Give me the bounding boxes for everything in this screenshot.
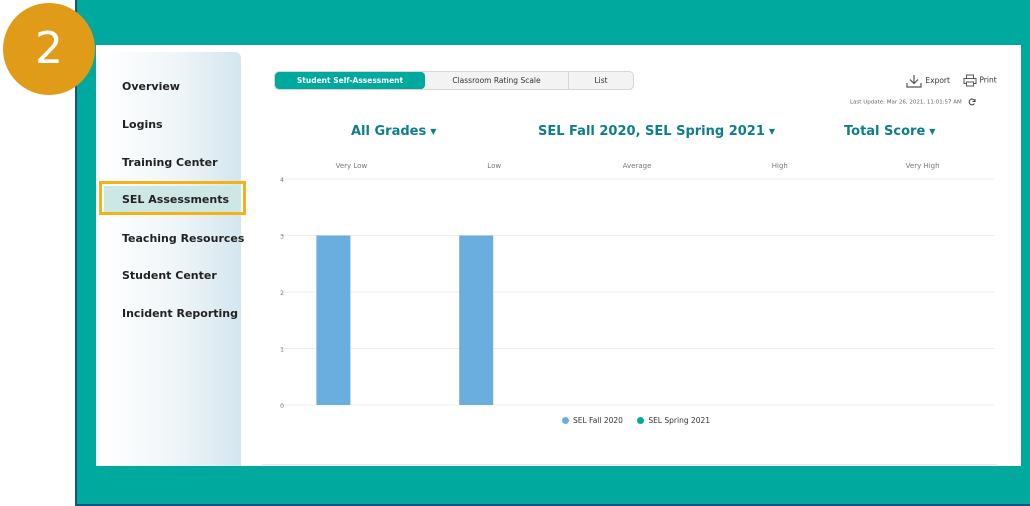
sidebar-item-overview[interactable]: Overview <box>122 80 180 93</box>
export-label: Export <box>925 76 950 85</box>
grade-filter-dropdown[interactable]: All Grades ▼ <box>351 124 436 139</box>
sidebar-item-logins[interactable]: Logins <box>122 118 163 131</box>
category-label: Low <box>487 162 501 170</box>
category-label: Very High <box>906 162 940 170</box>
legend-item-spring: SEL Spring 2021 <box>637 416 710 425</box>
chart-legend: SEL Fall 2020 SEL Spring 2021 <box>562 415 722 425</box>
score-bar-chart: 0 1 2 3 4 Very Low Low Average High Very High <box>280 162 994 410</box>
y-tick-label: 3 <box>280 234 284 241</box>
assessment-filter-label: SEL Fall 2020, SEL Spring 2021 <box>538 124 765 139</box>
highlight-box <box>99 181 246 215</box>
tab-classroom-rating-scale[interactable]: Classroom Rating Scale <box>425 72 568 89</box>
tab-student-self-assessment[interactable]: Student Self-Assessment <box>275 72 425 89</box>
legend-item-fall: SEL Fall 2020 <box>562 416 623 425</box>
caret-down-icon: ▼ <box>929 127 936 136</box>
y-tick-label: 1 <box>280 347 284 354</box>
category-label: High <box>772 162 788 170</box>
legend-swatch-spring <box>637 417 645 424</box>
last-update-label: Last Update: Mar 26, 2021, 11:01:57 AM <box>850 99 962 106</box>
legend-label-spring: SEL Spring 2021 <box>648 415 711 425</box>
print-label: Print <box>979 75 997 85</box>
sidebar-item-student-center[interactable]: Student Center <box>122 269 217 282</box>
y-tick-label: 0 <box>280 403 284 410</box>
sidebar <box>103 52 241 466</box>
export-button[interactable]: Export <box>905 74 950 88</box>
score-filter-dropdown[interactable]: Total Score ▼ <box>844 124 935 139</box>
score-filter-label: Total Score <box>844 124 926 139</box>
legend-swatch-fall <box>562 417 569 424</box>
grade-filter-label: All Grades <box>351 124 427 139</box>
category-label: Average <box>623 162 652 170</box>
sidebar-item-training-center[interactable]: Training Center <box>122 156 218 169</box>
last-update-text: Last Update: Mar 26, 2021, 11:01:57 AM <box>850 98 976 106</box>
sidebar-item-teaching-resources[interactable]: Teaching Resources <box>122 232 244 245</box>
download-icon <box>906 75 922 88</box>
caret-down-icon: ▼ <box>768 127 776 136</box>
tab-bar: Student Self-Assessment Classroom Rating… <box>274 71 634 90</box>
category-label: Very Low <box>336 162 368 170</box>
bar-sel-fall-2020 <box>459 235 494 405</box>
legend-label-fall: SEL Fall 2020 <box>573 415 623 425</box>
sidebar-item-incident-reporting[interactable]: Incident Reporting <box>122 307 238 320</box>
y-tick-label: 2 <box>280 290 284 297</box>
tab-list[interactable]: List <box>569 72 633 89</box>
print-button[interactable]: Print <box>963 74 997 87</box>
assessment-filter-dropdown[interactable]: SEL Fall 2020, SEL Spring 2021 ▼ <box>538 124 775 139</box>
refresh-icon[interactable] <box>968 98 976 106</box>
caret-down-icon: ▼ <box>430 127 437 136</box>
panel-bottom-rule <box>262 464 997 465</box>
step-badge: 2 <box>3 3 95 95</box>
bar-sel-fall-2020 <box>316 235 351 405</box>
printer-icon <box>963 74 977 87</box>
y-tick-label: 4 <box>280 177 284 184</box>
